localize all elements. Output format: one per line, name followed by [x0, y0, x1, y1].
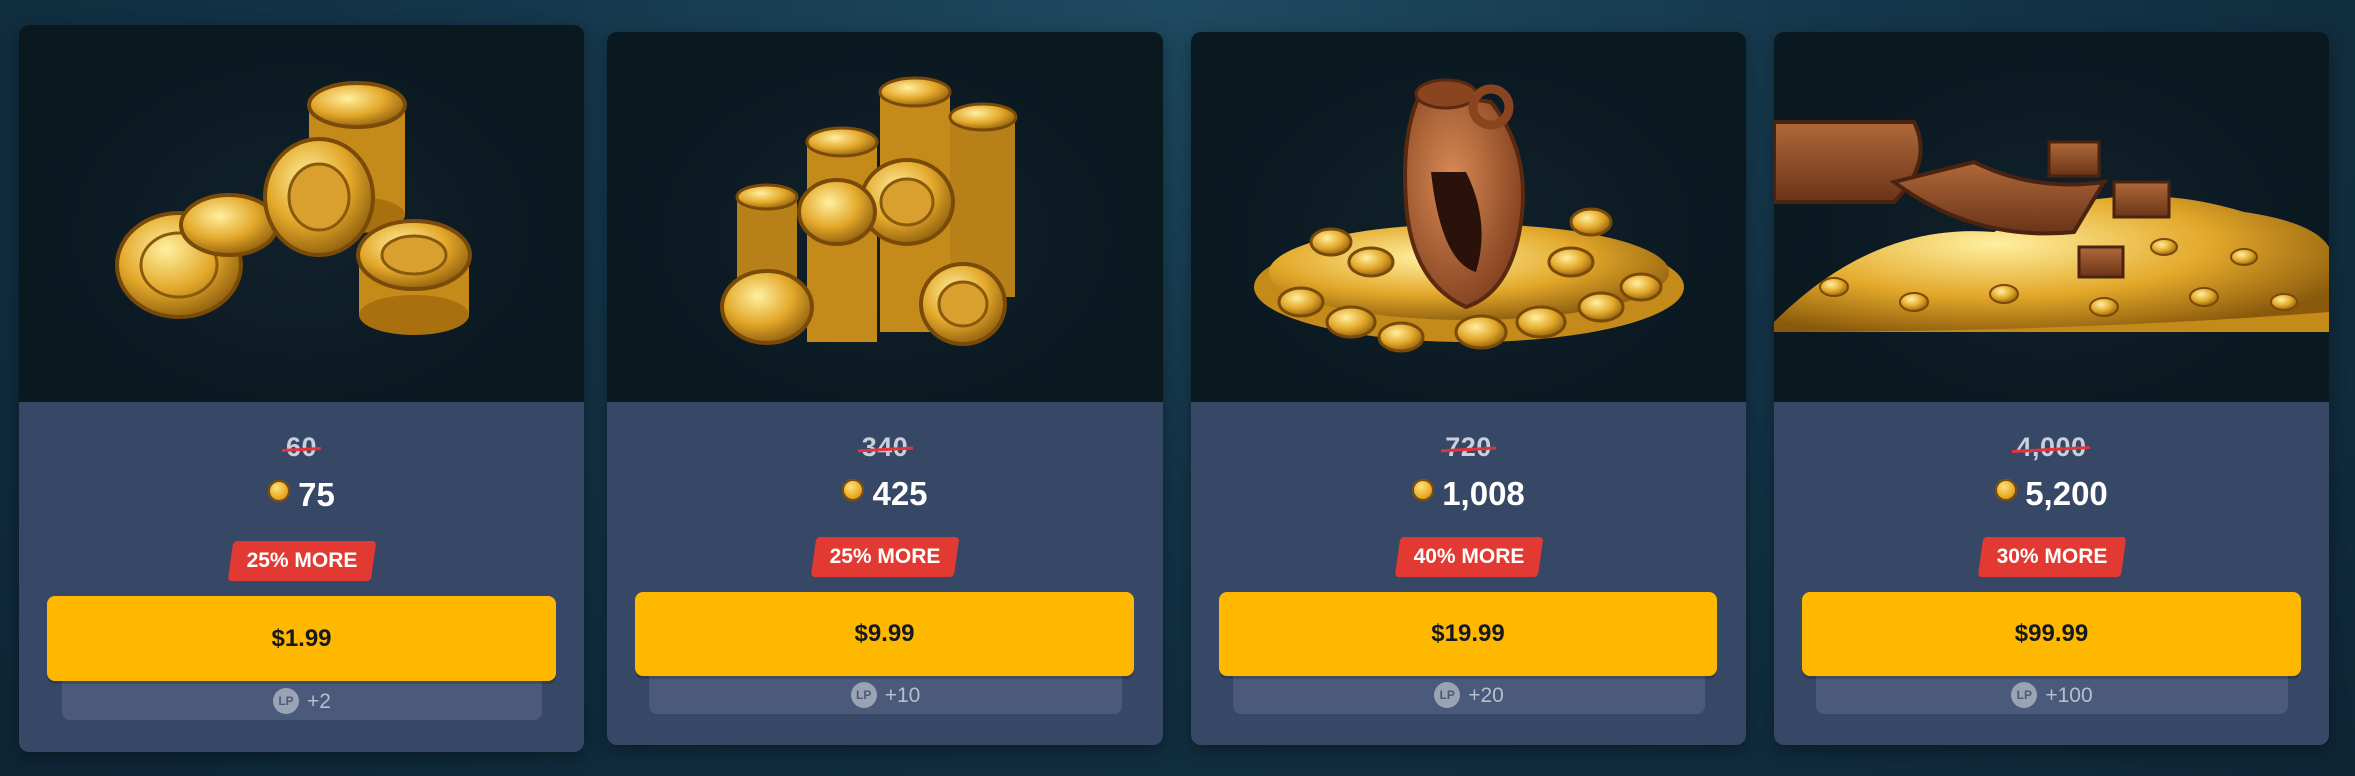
loyalty-points-icon: LP: [1434, 682, 1461, 708]
loyalty-points-icon: LP: [273, 688, 300, 714]
buy-button-3[interactable]: $19.99: [1219, 592, 1717, 676]
coin-stack-illustration: [115, 81, 472, 335]
coin-amount: 75: [19, 476, 584, 514]
coin-icon: [268, 480, 291, 502]
coin-icon: [1995, 479, 2018, 501]
coin-amount-value: 75: [298, 476, 335, 513]
pack-art-small-coin-stack: [19, 25, 584, 402]
pack-art-coin-tower: [607, 32, 1163, 402]
bonus-badge: 25% MORE: [810, 537, 960, 577]
old-amount: 60: [285, 432, 318, 462]
coin-amount: 5,200: [1774, 475, 2329, 513]
coin-icon: [842, 479, 865, 501]
coin-amount-value: 1,008: [1442, 475, 1525, 512]
pack-art-amphora-of-coins: [1191, 32, 1746, 402]
pack-card-4[interactable]: 4,000 5,200 30% MORE LP +100 $99.99: [1774, 32, 2329, 745]
loyalty-points-value: +20: [1468, 684, 1504, 707]
pack-card-2[interactable]: 340 425 25% MORE LP +10 $9.99: [607, 32, 1163, 745]
loyalty-points-value: +2: [307, 690, 331, 713]
bonus-badge: 25% MORE: [227, 541, 376, 581]
coin-amount: 425: [607, 475, 1163, 513]
pack-card-1[interactable]: 60 75 25% MORE LP +2 $1.99: [19, 25, 584, 752]
buy-button-4[interactable]: $99.99: [1802, 592, 2301, 676]
loyalty-points-icon: LP: [2011, 682, 2038, 708]
pack-card-3[interactable]: 720 1,008 40% MORE LP +20 $19.99: [1191, 32, 1746, 745]
coin-icon: [1412, 479, 1435, 501]
amphora-illustration: [1254, 78, 1684, 353]
buy-button-1[interactable]: $1.99: [47, 596, 556, 681]
old-amount: 4,000: [2016, 432, 2087, 462]
loyalty-points-value: +100: [2045, 684, 2093, 707]
treasure-boat-illustration: [1774, 120, 2329, 332]
pack-art-treasure-boat-hoard: [1774, 32, 2329, 402]
coin-amount-value: 425: [872, 475, 928, 512]
coin-tower-illustration: [720, 76, 1018, 346]
bonus-badge: 30% MORE: [1977, 537, 2126, 577]
coin-amount: 1,008: [1191, 475, 1746, 513]
loyalty-points-icon: LP: [850, 682, 877, 708]
old-amount: 720: [1445, 432, 1492, 462]
buy-button-2[interactable]: $9.99: [635, 592, 1134, 676]
old-amount: 340: [861, 432, 909, 462]
loyalty-points-value: +10: [884, 684, 921, 707]
bonus-badge: 40% MORE: [1394, 537, 1543, 577]
coin-amount-value: 5,200: [2025, 475, 2108, 512]
